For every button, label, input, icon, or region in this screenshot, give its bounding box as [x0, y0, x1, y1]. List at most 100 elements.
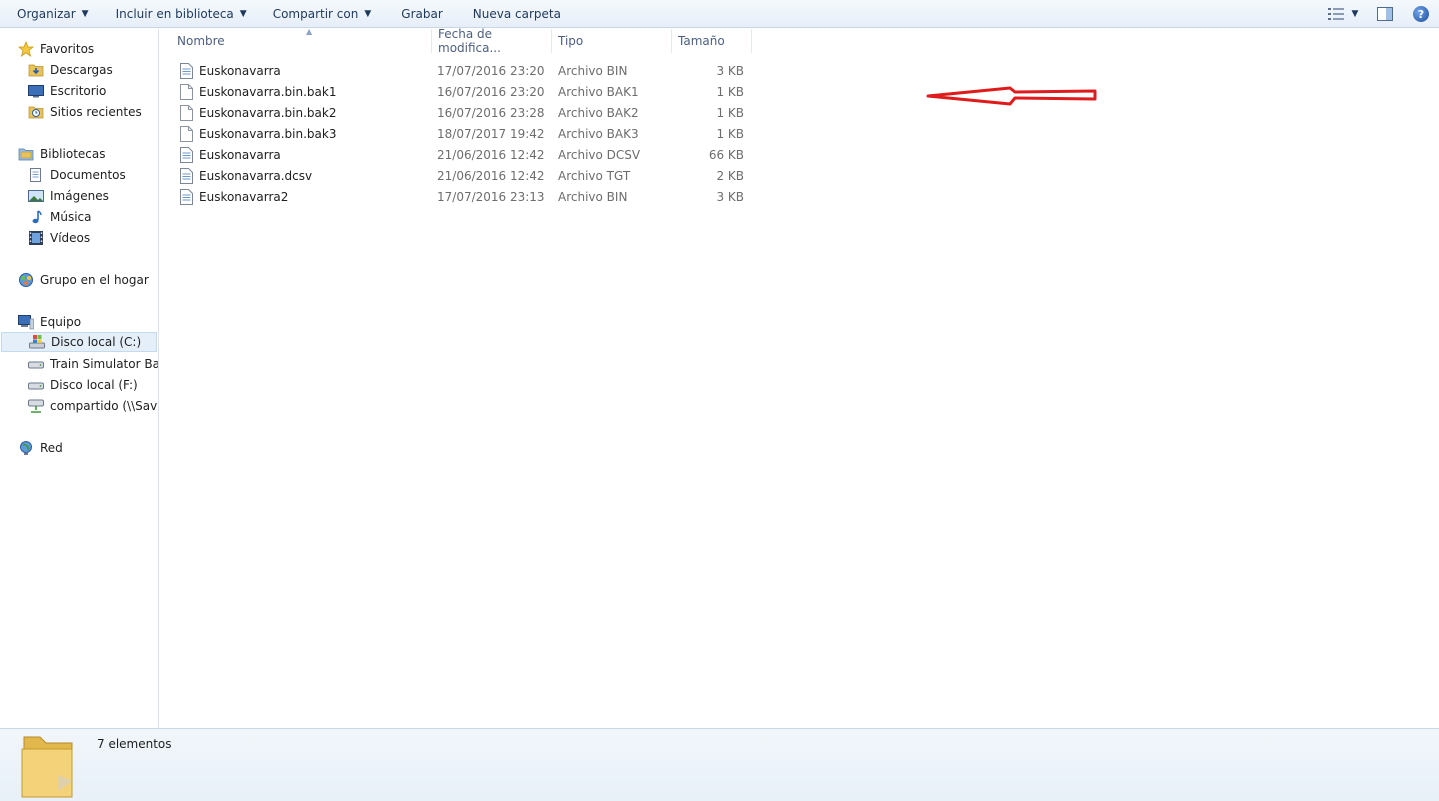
blank-file-icon — [180, 125, 193, 142]
file-name-cell[interactable]: Euskonavarra2 — [180, 186, 288, 207]
nav-documents[interactable]: Documentos — [28, 165, 126, 185]
burn-label: Grabar — [401, 6, 443, 21]
column-header-size[interactable]: Tamaño — [671, 29, 752, 53]
hard-drive-icon — [28, 382, 44, 390]
file-name-cell[interactable]: Euskonavarra.bin.bak1 — [180, 81, 336, 102]
desktop-icon — [28, 85, 44, 98]
nav-drive-train-label: Train Simulator Back — [50, 357, 159, 371]
include-library-label: Incluir en biblioteca — [115, 6, 234, 21]
file-type: Archivo DCSV — [558, 147, 641, 162]
file-name: Euskonavarra.bin.bak1 — [199, 84, 337, 99]
nav-network[interactable]: Red — [18, 438, 63, 458]
file-name-cell[interactable]: Euskonavarra.bin.bak2 — [180, 102, 336, 123]
nav-favorites[interactable]: Favoritos — [18, 39, 94, 59]
file-row[interactable]: Euskonavarra 17/07/2016 23:20 Archivo BIN 3… — [174, 60, 754, 81]
nav-desktop-label: Escritorio — [50, 84, 107, 98]
nav-libraries[interactable]: Bibliotecas — [18, 144, 105, 164]
nav-computer[interactable]: Equipo — [18, 312, 81, 332]
file-size: 3 KB — [716, 63, 744, 78]
nav-music[interactable]: Música — [28, 207, 92, 227]
file-name-cell[interactable]: Euskonavarra — [180, 60, 281, 81]
red-annotation-arrow — [926, 86, 1097, 106]
file-row[interactable]: Euskonavarra.bin.bak1 16/07/2016 23:20 Arc… — [174, 81, 754, 102]
preview-pane-icon — [1377, 7, 1393, 21]
nav-drive-f-label: Disco local (F:) — [50, 378, 138, 392]
item-count: 7 elementos — [97, 737, 172, 751]
file-row[interactable]: Euskonavarra 21/06/2016 12:42 Archivo DCSV… — [174, 144, 754, 165]
change-view-button[interactable]: ▼ — [1319, 2, 1367, 26]
document-icon — [180, 167, 193, 184]
file-row[interactable]: Euskonavarra.bin.bak2 16/07/2016 23:28 Arc… — [174, 102, 754, 123]
column-header-type[interactable]: Tipo — [551, 29, 672, 53]
blank-file-icon — [180, 83, 193, 100]
help-button[interactable]: ? — [1403, 2, 1439, 26]
file-type: Archivo BAK1 — [558, 84, 639, 99]
nav-drive-train[interactable]: Train Simulator Back — [28, 354, 159, 374]
file-row[interactable]: Euskonavarra2 17/07/2016 23:13 Archivo BIN… — [174, 186, 754, 207]
nav-images[interactable]: Imágenes — [28, 186, 109, 206]
file-row[interactable]: Euskonavarra.bin.bak3 18/07/2017 19:42 Arc… — [174, 123, 754, 144]
folder-icon — [21, 736, 73, 798]
hard-drive-icon — [28, 361, 44, 369]
nav-videos[interactable]: Vídeos — [28, 228, 90, 248]
network-globe-icon — [20, 441, 32, 455]
file-type: Archivo BAK3 — [558, 126, 639, 141]
file-name: Euskonavarra2 — [199, 189, 289, 204]
file-row[interactable]: Euskonavarra.dcsv 21/06/2016 12:42 Archivo… — [174, 165, 754, 186]
column-header-name[interactable]: Nombre ▲ — [170, 27, 432, 53]
file-size: 2 KB — [716, 168, 744, 183]
nav-drive-c[interactable]: Disco local (C:) — [1, 332, 157, 352]
column-header-date[interactable]: Fecha de modifica... — [431, 27, 552, 55]
include-library-button[interactable]: Incluir en biblioteca ▼ — [108, 2, 255, 26]
file-name: Euskonavarra.bin.bak3 — [199, 126, 337, 141]
column-size-label: Tamaño — [678, 34, 725, 48]
file-name-cell[interactable]: Euskonavarra.bin.bak3 — [180, 123, 336, 144]
file-date: 21/06/2016 12:42 — [437, 168, 545, 183]
new-folder-button[interactable]: Nueva carpeta — [465, 2, 569, 26]
documents-icon — [30, 168, 41, 182]
nav-homegroup[interactable]: Grupo en el hogar — [18, 270, 149, 290]
file-size: 1 KB — [716, 105, 744, 120]
file-type: Archivo BIN — [558, 189, 628, 204]
blank-file-icon — [180, 104, 193, 121]
file-name: Euskonavarra.bin.bak2 — [199, 105, 337, 120]
file-date: 16/07/2016 23:20 — [437, 84, 545, 99]
document-icon — [180, 62, 193, 79]
file-name: Euskonavarra — [199, 147, 281, 162]
nav-recent[interactable]: Sitios recientes — [28, 102, 142, 122]
details-view-icon — [1327, 8, 1344, 20]
nav-documents-label: Documentos — [50, 168, 126, 182]
burn-button[interactable]: Grabar — [393, 2, 451, 26]
nav-downloads[interactable]: Descargas — [28, 60, 113, 80]
nav-network-share[interactable]: compartido (\\Savis- — [28, 396, 159, 416]
file-size: 1 KB — [716, 84, 744, 99]
nav-desktop[interactable]: Escritorio — [28, 81, 106, 101]
nav-network-share-label: compartido (\\Savis- — [50, 399, 159, 413]
file-list-view: Nombre ▲ Fecha de modifica... Tipo Tamañ… — [160, 27, 1439, 728]
network-drive-icon — [28, 399, 44, 413]
recent-places-icon — [28, 106, 44, 119]
organize-button[interactable]: Organizar ▼ — [9, 2, 97, 26]
film-strip-icon — [29, 231, 43, 245]
nav-images-label: Imágenes — [50, 189, 109, 203]
file-date: 16/07/2016 23:28 — [437, 105, 545, 120]
file-name-cell[interactable]: Euskonavarra.dcsv — [180, 165, 312, 186]
nav-homegroup-label: Grupo en el hogar — [40, 273, 149, 287]
chevron-down-icon: ▼ — [81, 8, 89, 19]
preview-pane-button[interactable] — [1367, 2, 1403, 26]
navigation-pane: Favoritos Descargas Escritorio Sitios re… — [0, 29, 159, 728]
command-bar: Organizar ▼ Incluir en biblioteca ▼ Comp… — [0, 0, 1439, 28]
chevron-down-icon: ▼ — [364, 8, 372, 19]
chevron-down-icon[interactable]: ▼ — [1352, 9, 1359, 19]
share-with-button[interactable]: Compartir con ▼ — [265, 2, 380, 26]
file-size: 3 KB — [716, 189, 744, 204]
nav-drive-c-label: Disco local (C:) — [51, 335, 142, 349]
nav-favorites-label: Favoritos — [40, 42, 95, 56]
pictures-icon — [28, 190, 44, 202]
nav-videos-label: Vídeos — [50, 231, 91, 245]
system-drive-icon — [29, 335, 45, 349]
column-date-label: Fecha de modifica... — [438, 27, 501, 55]
chevron-down-icon: ▼ — [239, 8, 247, 19]
file-name-cell[interactable]: Euskonavarra — [180, 144, 281, 165]
nav-drive-f[interactable]: Disco local (F:) — [28, 375, 138, 395]
